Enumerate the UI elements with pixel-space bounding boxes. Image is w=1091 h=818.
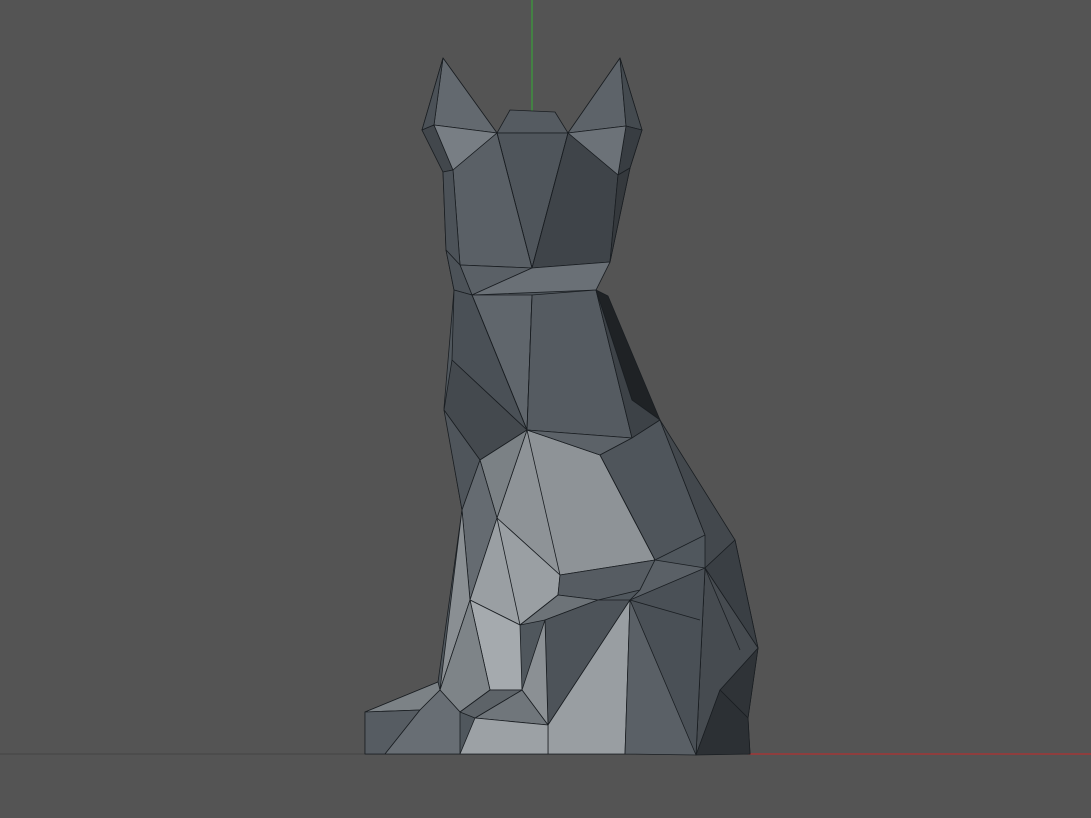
low-poly-cat-model[interactable] (364, 57, 759, 756)
3d-viewport[interactable] (0, 0, 1091, 818)
viewport-canvas[interactable] (0, 0, 1091, 818)
